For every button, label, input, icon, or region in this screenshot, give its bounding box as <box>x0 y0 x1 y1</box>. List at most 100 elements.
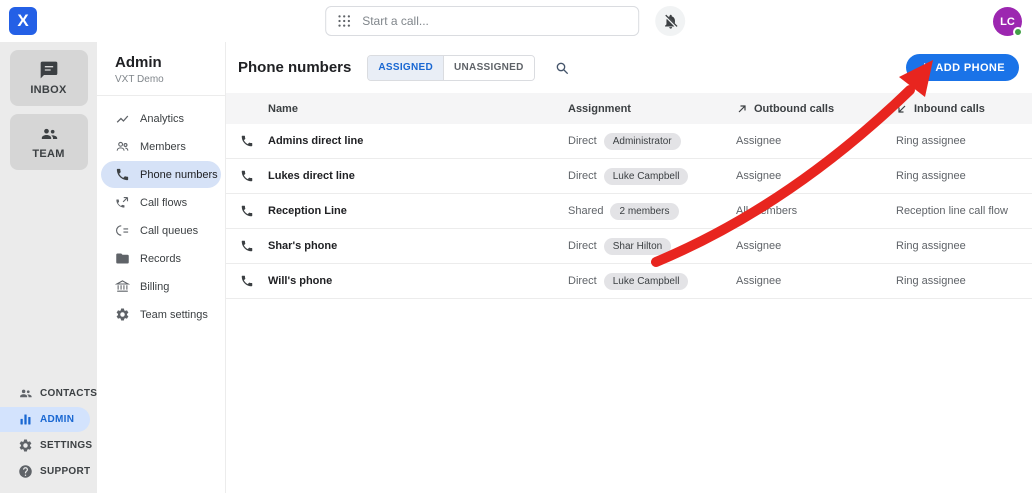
rail-item-settings[interactable]: SETTINGS <box>0 433 90 458</box>
avatar-initials: LC <box>1000 16 1015 28</box>
assignee-badge: Administrator <box>604 133 681 150</box>
rail-item-label: SETTINGS <box>40 440 92 451</box>
inbound-calls-value: Ring assignee <box>896 170 1018 182</box>
sidebar-item-phone-numbers[interactable]: Phone numbers <box>101 161 221 188</box>
rail-item-contacts[interactable]: CONTACTS <box>0 381 90 406</box>
phone-number-name: Shar's phone <box>268 240 560 252</box>
rail-item-admin[interactable]: ADMIN <box>0 407 90 432</box>
inbound-arrow-icon <box>896 103 908 115</box>
phone-icon <box>240 169 254 183</box>
rail-spacer <box>0 170 97 381</box>
outbound-calls-value: Assignee <box>736 275 888 287</box>
notifications-muted-button[interactable] <box>655 6 685 36</box>
sidebar-subtitle: VXT Demo <box>115 74 225 85</box>
column-assignment: Assignment <box>568 103 728 115</box>
column-outbound-calls: Outbound calls <box>736 103 888 115</box>
outbound-arrow-icon <box>736 103 748 115</box>
assignment-cell: Direct Shar Hilton <box>568 238 728 255</box>
inbound-calls-value: Ring assignee <box>896 135 1018 147</box>
vxt-logo[interactable]: X <box>9 7 37 35</box>
table-row[interactable]: Will's phone Direct Luke Campbell Assign… <box>226 264 1032 299</box>
rail-bottom-nav: CONTACTS ADMIN SETTINGS <box>0 381 97 493</box>
sidebar-item-label: Call flows <box>140 197 187 209</box>
sidebar-header: Admin VXT Demo <box>97 42 225 96</box>
user-avatar[interactable]: LC <box>993 7 1022 36</box>
bank-icon <box>115 279 130 294</box>
assignment-type: Direct <box>568 275 597 287</box>
sidebar-item-billing[interactable]: Billing <box>101 273 221 300</box>
phone-icon <box>240 134 254 148</box>
search-button[interactable] <box>549 55 575 81</box>
sidebar-item-label: Billing <box>140 281 169 293</box>
online-status-dot <box>1013 27 1023 37</box>
admin-sidebar: Admin VXT Demo Analytics <box>97 42 226 493</box>
members-icon <box>115 139 130 154</box>
outbound-calls-value: Assignee <box>736 135 888 147</box>
tab-assigned[interactable]: ASSIGNED <box>368 56 443 80</box>
sidebar-item-label: Call queues <box>140 225 198 237</box>
sidebar-title: Admin <box>115 54 225 71</box>
assignment-cell: Direct Luke Campbell <box>568 168 728 185</box>
sidebar-item-call-queues[interactable]: Call queues <box>101 217 221 244</box>
sidebar-nav: Analytics Members Phone numbers <box>97 96 225 329</box>
phone-number-name: Will's phone <box>268 275 560 287</box>
phone-number-name: Reception Line <box>268 205 560 217</box>
call-queues-icon <box>115 223 130 238</box>
gear-icon <box>18 438 33 453</box>
sidebar-item-label: Records <box>140 253 181 265</box>
sidebar-item-call-flows[interactable]: Call flows <box>101 189 221 216</box>
phone-icon <box>240 239 254 253</box>
sidebar-item-team-settings[interactable]: Team settings <box>101 301 221 328</box>
inbox-button[interactable]: INBOX <box>10 50 88 106</box>
rail-item-label: ADMIN <box>40 414 74 425</box>
column-inbound-calls: Inbound calls <box>896 103 1018 115</box>
plus-icon: + <box>920 60 929 75</box>
table-row[interactable]: Shar's phone Direct Shar Hilton Assignee… <box>226 229 1032 264</box>
people-icon <box>39 124 59 144</box>
outbound-calls-value: All members <box>736 205 888 217</box>
tab-unassigned[interactable]: UNASSIGNED <box>443 56 534 80</box>
assignment-type: Direct <box>568 135 597 147</box>
rail-item-label: CONTACTS <box>40 388 97 399</box>
phone-icon <box>240 274 254 288</box>
assignee-badge: 2 members <box>610 203 678 220</box>
assignment-type: Direct <box>568 240 597 252</box>
start-call-input[interactable]: Start a call... <box>325 6 639 36</box>
sidebar-item-label: Members <box>140 141 186 153</box>
table-row[interactable]: Lukes direct line Direct Luke Campbell A… <box>226 159 1032 194</box>
add-phone-label: ADD PHONE <box>935 62 1005 74</box>
table-header: Name Assignment Outbound calls Inbound c… <box>226 93 1032 124</box>
outbound-calls-value: Assignee <box>736 240 888 252</box>
page-title: Phone numbers <box>238 59 351 76</box>
sidebar-item-records[interactable]: Records <box>101 245 221 272</box>
sidebar-item-analytics[interactable]: Analytics <box>101 105 221 132</box>
vxt-logo-letter: X <box>17 11 28 31</box>
start-call-placeholder: Start a call... <box>362 14 429 28</box>
call-flows-icon <box>115 195 130 210</box>
inbound-calls-value: Reception line call flow <box>896 205 1018 217</box>
sidebar-item-label: Phone numbers <box>140 169 218 181</box>
inbound-calls-value: Ring assignee <box>896 275 1018 287</box>
left-rail: INBOX TEAM <box>0 42 97 493</box>
assignment-cell: Shared 2 members <box>568 203 728 220</box>
rail-item-support[interactable]: SUPPORT <box>0 459 90 484</box>
search-icon <box>554 60 570 76</box>
topbar-center: Start a call... <box>325 0 685 42</box>
phone-icon <box>240 204 254 218</box>
folder-icon <box>115 251 130 266</box>
inbound-calls-value: Ring assignee <box>896 240 1018 252</box>
analytics-icon <box>115 111 130 126</box>
rail-item-label: SUPPORT <box>40 466 90 477</box>
table-row[interactable]: Admins direct line Direct Administrator … <box>226 124 1032 159</box>
bar-chart-icon <box>18 412 33 427</box>
assignee-badge: Luke Campbell <box>604 168 689 185</box>
phone-number-name: Admins direct line <box>268 135 560 147</box>
assignee-badge: Luke Campbell <box>604 273 689 290</box>
team-button[interactable]: TEAM <box>10 114 88 170</box>
sidebar-item-label: Team settings <box>140 309 208 321</box>
table-row[interactable]: Reception Line Shared 2 members All memb… <box>226 194 1032 229</box>
add-phone-button[interactable]: + ADD PHONE <box>906 54 1019 81</box>
inbox-label: INBOX <box>30 84 66 96</box>
sidebar-item-members[interactable]: Members <box>101 133 221 160</box>
bell-off-icon <box>662 13 679 30</box>
